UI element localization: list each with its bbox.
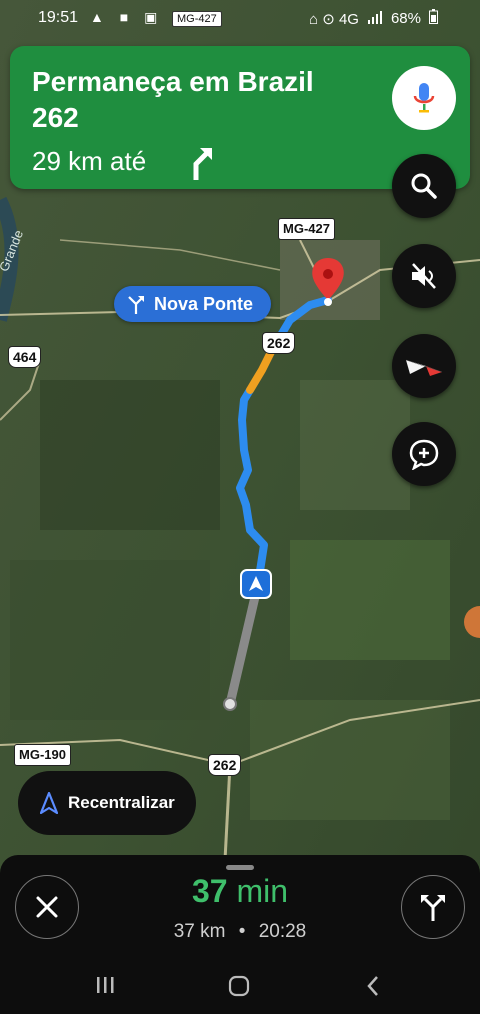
arrival-time: 20:28 bbox=[258, 921, 307, 942]
remaining-distance: 37 km bbox=[173, 921, 226, 942]
status-indicator-icons: ⌂ ⊙ 4G bbox=[308, 10, 359, 28]
compass-icon bbox=[405, 359, 443, 376]
road-shield-262-north: 262 bbox=[262, 332, 296, 354]
recenter-button[interactable]: Recentralizar bbox=[18, 771, 196, 835]
volume-off-icon bbox=[412, 263, 436, 289]
status-right: ⌂ ⊙ 4G 68% bbox=[309, 9, 438, 28]
current-location-marker bbox=[240, 569, 272, 599]
mic-icon bbox=[413, 83, 435, 113]
slight-right-arrow-icon bbox=[193, 148, 212, 180]
status-bar: 19:51 ▲ ■ ▣ • MG-427 ⌂ ⊙ 4G 68% bbox=[0, 0, 480, 38]
navigation-arrow-icon bbox=[249, 576, 263, 591]
road-shield-464: 464 bbox=[8, 346, 42, 368]
instruction-distance: 29 km até bbox=[32, 146, 147, 176]
home-icon[interactable] bbox=[228, 975, 250, 997]
battery-level: 68% bbox=[390, 10, 421, 27]
recenter-label: Recentralizar bbox=[68, 793, 175, 812]
eta-minutes: 37 bbox=[191, 873, 228, 909]
mute-voice-button[interactable] bbox=[392, 244, 456, 308]
turn-fork-icon bbox=[128, 296, 144, 314]
navigation-arrow-icon bbox=[40, 792, 58, 814]
status-time: 19:51 bbox=[38, 9, 79, 26]
drag-handle[interactable] bbox=[226, 865, 254, 870]
status-road-chip: MG-427 bbox=[172, 11, 222, 27]
instruction-title: Permaneça em Brazil 262 bbox=[32, 66, 314, 133]
signal-icon bbox=[367, 10, 383, 28]
system-navigation-bar bbox=[0, 967, 480, 1014]
recent-apps-icon[interactable] bbox=[95, 975, 115, 995]
road-shield-mg190: MG-190 bbox=[14, 744, 71, 766]
compass-button[interactable] bbox=[392, 334, 456, 398]
fork-route-icon bbox=[421, 895, 445, 921]
eta-unit: min bbox=[236, 873, 289, 909]
place-label-nova-ponte[interactable]: Nova Ponte bbox=[114, 286, 272, 322]
alternate-routes-button[interactable] bbox=[401, 875, 465, 939]
search-icon bbox=[411, 173, 437, 199]
search-along-route-button[interactable] bbox=[392, 154, 456, 218]
voice-search-button[interactable] bbox=[392, 66, 456, 130]
separator: • bbox=[238, 921, 246, 942]
road-shield-262-south: 262 bbox=[208, 754, 242, 776]
road-shield-mg427: MG-427 bbox=[278, 218, 335, 240]
back-icon[interactable] bbox=[366, 975, 380, 997]
add-report-button[interactable] bbox=[392, 422, 456, 486]
place-name: Nova Ponte bbox=[154, 293, 254, 314]
trip-summary-panel[interactable]: 37 min 37 km • 20:28 bbox=[0, 855, 480, 1014]
notification-icons: ▲ ■ ▣ • bbox=[90, 9, 185, 25]
battery-icon bbox=[429, 9, 438, 28]
add-report-icon bbox=[409, 439, 439, 470]
